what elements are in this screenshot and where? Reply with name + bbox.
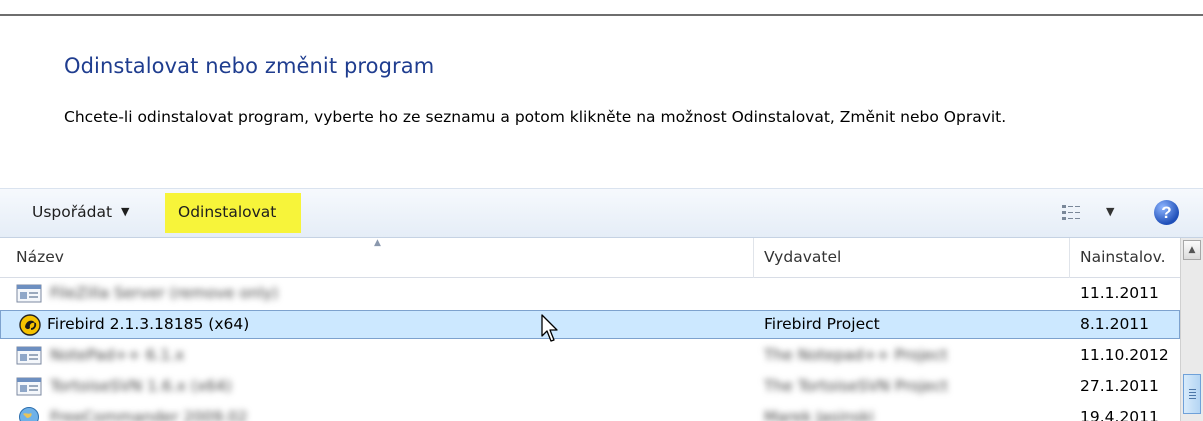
program-name: NotePad++ 6.1.x	[50, 346, 185, 364]
help-icon[interactable]: ?	[1154, 200, 1179, 225]
top-divider	[0, 14, 1203, 16]
program-install-date: 27.1.2011	[1080, 377, 1159, 395]
program-publisher: The Notepad++ Project	[764, 346, 948, 364]
program-window-icon	[16, 346, 42, 365]
column-header-name[interactable]: Název	[16, 248, 64, 266]
program-row-selected[interactable]: Firebird 2.1.3.18185 (x64) Firebird Proj…	[0, 310, 1180, 339]
view-options-icon[interactable]	[1061, 204, 1081, 222]
program-install-date: 11.1.2011	[1080, 284, 1159, 302]
column-header-installed[interactable]: Nainstalov.	[1080, 248, 1166, 266]
scrollbar-thumb[interactable]	[1183, 374, 1201, 414]
program-name: FileZilla Server (remove only)	[50, 284, 279, 302]
program-install-date: 11.10.2012	[1080, 346, 1169, 364]
chevron-down-icon: ▼	[121, 205, 130, 218]
globe-icon	[19, 407, 39, 421]
column-divider[interactable]	[753, 238, 754, 278]
program-row[interactable]: TortoiseSVN 1.6.x (x64) The TortoiseSVN …	[0, 372, 1180, 401]
program-window-icon	[16, 284, 42, 303]
program-row[interactable]: NotePad++ 6.1.x The Notepad++ Project 11…	[0, 341, 1180, 370]
column-divider[interactable]	[1069, 238, 1070, 278]
program-name: Firebird 2.1.3.18185 (x64)	[47, 315, 250, 333]
sort-ascending-icon: ▲	[374, 238, 381, 248]
program-name: FreeCommander 2009.02	[50, 408, 248, 421]
mouse-cursor-icon	[541, 314, 558, 342]
program-row[interactable]: FileZilla Server (remove only) 11.1.2011	[0, 279, 1180, 308]
program-publisher: The TortoiseSVN Project	[764, 377, 948, 395]
scroll-up-icon[interactable]: ▲	[1183, 240, 1201, 260]
page-title: Odinstalovat nebo změnit program	[64, 54, 435, 78]
program-install-date: 19.4.2011	[1080, 408, 1159, 421]
program-publisher: Marek Jasinski	[764, 408, 874, 421]
firebird-icon	[19, 314, 41, 336]
program-name: TortoiseSVN 1.6.x (x64)	[50, 377, 232, 395]
uninstall-button[interactable]: Odinstalovat	[165, 193, 301, 233]
page-instruction: Chcete-li odinstalovat program, vyberte …	[64, 108, 1007, 126]
organize-button[interactable]: Uspořádat ▼	[32, 203, 130, 221]
column-header-row: ▲ Název Vydavatel Nainstalov.	[0, 238, 1180, 278]
program-publisher: Firebird Project	[764, 315, 880, 333]
program-window-icon	[16, 377, 42, 396]
toolbar: Uspořádat ▼ Odinstalovat ▼ ?	[0, 188, 1203, 238]
organize-label: Uspořádat	[32, 203, 113, 221]
grip-icon	[1189, 389, 1196, 399]
column-header-publisher[interactable]: Vydavatel	[764, 248, 841, 266]
vertical-scrollbar[interactable]: ▲	[1180, 238, 1203, 421]
program-row[interactable]: FreeCommander 2009.02 Marek Jasinski 19.…	[0, 403, 1180, 421]
program-install-date: 8.1.2011	[1080, 315, 1150, 333]
view-menu-chevron-icon[interactable]: ▼	[1106, 205, 1114, 218]
